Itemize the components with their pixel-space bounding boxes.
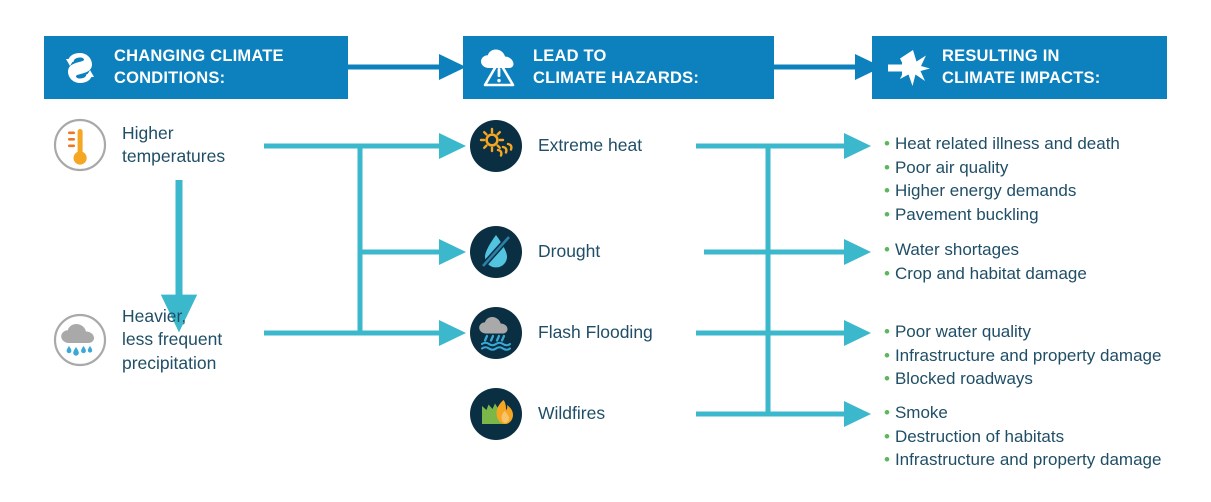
- cloud-warning-icon: [477, 46, 521, 90]
- thermometer-icon: [52, 117, 108, 173]
- bullet-icon: •: [884, 204, 890, 224]
- conditions-to-hazards-connector: [264, 133, 466, 346]
- bullet-icon: •: [884, 134, 890, 153]
- bullet-icon: •: [884, 403, 890, 422]
- impact-text: Water shortages: [894, 240, 1020, 259]
- bullet-icon: •: [884, 157, 890, 177]
- wildfire-icon: [468, 386, 524, 442]
- impact-item: • Infrastructure and property damage: [884, 448, 1161, 472]
- sun-heat-icon: [468, 118, 524, 174]
- impact-text: Destruction of habitats: [894, 426, 1065, 446]
- bullet-icon: •: [884, 369, 890, 388]
- impact-item: • Heat related illness and death: [884, 132, 1120, 156]
- bullet-icon: •: [884, 426, 890, 446]
- impacts-drought: • Water shortages • Crop and habitat dam…: [884, 238, 1087, 285]
- impact-item: • Pavement buckling: [884, 203, 1120, 227]
- condition-label: Higher temperatures: [122, 122, 226, 166]
- header-banner-changing-climate-conditions: CHANGING CLIMATE CONDITIONS:: [44, 36, 348, 99]
- impact-text: Poor air quality: [894, 157, 1009, 177]
- bullet-icon: •: [884, 181, 890, 200]
- bullet-icon: •: [884, 345, 890, 365]
- impact-item: • Destruction of habitats: [884, 425, 1161, 449]
- impact-item: • Poor water quality: [884, 320, 1161, 344]
- no-water-drop-icon: [468, 224, 524, 280]
- bullet-icon: •: [884, 322, 890, 341]
- impacts-extreme-heat: • Heat related illness and death • Poor …: [884, 132, 1120, 226]
- arrow-starburst-icon: [886, 46, 930, 90]
- impact-text: Higher energy demands: [894, 181, 1077, 200]
- impact-item: • Smoke: [884, 401, 1161, 425]
- hazard-wildfires: Wildfires: [468, 386, 605, 442]
- banner-title: CHANGING CLIMATE CONDITIONS:: [114, 47, 284, 87]
- impact-text: Heat related illness and death: [894, 134, 1120, 153]
- impact-text: Smoke: [894, 403, 948, 422]
- impact-item: • Crop and habitat damage: [884, 262, 1087, 286]
- bullet-icon: •: [884, 450, 890, 469]
- hazard-label: Wildfires: [538, 403, 606, 424]
- impact-text: Poor water quality: [894, 322, 1032, 341]
- impact-item: • Blocked roadways: [884, 367, 1161, 391]
- hazard-label: Drought: [538, 241, 601, 262]
- impact-text: Infrastructure and property damage: [894, 345, 1162, 365]
- rain-cloud-icon: [52, 312, 108, 368]
- bullet-icon: •: [884, 240, 890, 259]
- impact-text: Blocked roadways: [894, 369, 1033, 388]
- impact-item: • Water shortages: [884, 238, 1087, 262]
- hazard-label: Extreme heat: [538, 135, 643, 156]
- cycle-arrows-icon: [58, 46, 102, 90]
- impact-text: Infrastructure and property damage: [894, 450, 1162, 469]
- header-banner-resulting-in-climate-impacts: RESULTING IN CLIMATE IMPACTS:: [872, 36, 1167, 99]
- climate-impacts-diagram: CHANGING CLIMATE CONDITIONS: LEAD TO CLI…: [0, 0, 1211, 502]
- header-banner-lead-to-climate-hazards: LEAD TO CLIMATE HAZARDS:: [463, 36, 774, 99]
- condition-higher-temperatures: Higher temperatures: [52, 117, 225, 173]
- hazard-flash-flooding: Flash Flooding: [468, 305, 653, 361]
- hazard-label: Flash Flooding: [538, 322, 653, 343]
- impact-item: • Higher energy demands: [884, 179, 1120, 203]
- banner-title: LEAD TO CLIMATE HAZARDS:: [533, 47, 700, 87]
- hazards-to-impacts-connector: [696, 133, 871, 427]
- impact-item: • Infrastructure and property damage: [884, 344, 1161, 368]
- condition-heavier-less-frequent-precipitation: Heavier, less frequent precipitation: [52, 305, 222, 375]
- impact-text: Pavement buckling: [894, 204, 1039, 224]
- condition-label: Heavier, less frequent precipitation: [122, 306, 223, 373]
- impacts-flash-flooding: • Poor water quality • Infrastructure an…: [884, 320, 1161, 391]
- impacts-wildfires: • Smoke • Destruction of habitats • Infr…: [884, 401, 1161, 472]
- banner-title: RESULTING IN CLIMATE IMPACTS:: [942, 47, 1101, 87]
- impact-item: • Poor air quality: [884, 156, 1120, 180]
- impact-text: Crop and habitat damage: [894, 263, 1087, 283]
- hazard-extreme-heat: Extreme heat: [468, 118, 642, 174]
- bullet-icon: •: [884, 263, 890, 283]
- hazard-drought: Drought: [468, 224, 600, 280]
- storm-flood-icon: [468, 305, 524, 361]
